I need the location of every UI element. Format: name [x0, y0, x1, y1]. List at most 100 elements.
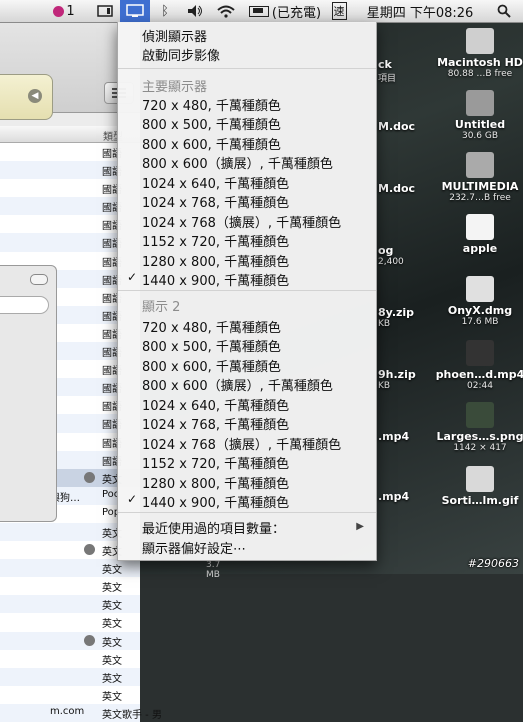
desktop-icon-info: 80.88 …B free: [447, 69, 513, 79]
desktop-icon-partial[interactable]: ck 項目: [378, 58, 396, 84]
menu-item-recent-items[interactable]: 最近使用過的項目數量：: [142, 518, 285, 537]
desktop-icon[interactable]: Larges…s.png 1142 × 417: [434, 402, 523, 453]
menu-item-main-resolution[interactable]: 800 x 600, 千萬種顏色: [142, 134, 281, 153]
screen-icon[interactable]: [94, 0, 116, 22]
desktop-icon-label: Sorti…lm.gif: [441, 494, 519, 507]
desktop-icon-label: og: [378, 244, 394, 257]
spotlight-search-icon[interactable]: [492, 0, 516, 22]
menu-item-display2-resolution[interactable]: 1024 x 640, 千萬種顏色: [142, 395, 289, 414]
menu-item-main-resolution[interactable]: 1152 x 720, 千萬種顏色: [142, 231, 289, 250]
desktop-icon-partial[interactable]: og 2,400: [378, 244, 404, 267]
table-row[interactable]: 英文: [0, 577, 140, 596]
file-icon: [466, 152, 494, 178]
battery-icon: [248, 5, 269, 17]
desktop-icon-info: 2,400: [378, 257, 404, 267]
table-row[interactable]: 英文: [0, 559, 140, 578]
menu-item-main-resolution[interactable]: 720 x 480, 千萬種顏色: [142, 95, 281, 114]
battery-status[interactable]: (已充電): [246, 0, 324, 22]
menu-item-main-resolution[interactable]: 1024 x 640, 千萬種顏色: [142, 173, 289, 192]
menu-item-main-resolution[interactable]: 1280 x 800, 千萬種顏色: [142, 251, 289, 270]
desktop-icon[interactable]: Untitled 30.6 GB: [434, 90, 523, 141]
checkmark-icon: ✓: [127, 270, 138, 285]
notification-badge[interactable]: 1: [50, 0, 78, 22]
desktop-icon[interactable]: apple: [434, 214, 523, 255]
badge-count: 1: [66, 3, 75, 19]
file-icon: [466, 466, 494, 492]
row-kind: 英文: [102, 673, 122, 685]
desktop-icon[interactable]: phoen…d.mp4 02:44: [434, 340, 523, 391]
desktop-icon[interactable]: Sorti…lm.gif: [434, 466, 523, 507]
menu-separator: [118, 290, 376, 291]
menu-item-display2-resolution[interactable]: 1024 x 768, 千萬種顏色: [142, 414, 289, 433]
volume-icon[interactable]: [184, 0, 206, 22]
desktop-icon-partial[interactable]: M.doc: [378, 120, 415, 133]
desktop-icon[interactable]: Macintosh HD 80.88 …B free: [434, 28, 523, 79]
file-icon: [466, 340, 494, 366]
desktop-icon-label: Larges…s.png: [436, 430, 523, 443]
desktop-icon-info: 1142 × 417: [453, 443, 507, 453]
desktop-icon-label: 9h.zip: [378, 368, 416, 381]
desktop-icon[interactable]: OnyX.dmg 17.6 MB: [434, 276, 523, 327]
desktop-icon-label: M.doc: [378, 182, 416, 195]
desktop-icon[interactable]: MULTIMEDIA 232.7…B free: [434, 152, 523, 203]
menubar-clock[interactable]: 星期四 下午08:26: [360, 0, 480, 22]
submenu-arrow-icon: ▶: [356, 521, 364, 532]
menu-item-display2-resolution[interactable]: 800 x 600, 千萬種顏色: [142, 356, 281, 375]
menu-item-mirror-displays[interactable]: 啟動同步影像: [142, 45, 220, 64]
desktop-icon-label: Untitled: [454, 118, 506, 131]
desktop-icon-label: .mp4: [378, 430, 410, 443]
desktop-icon-info: KB: [378, 319, 391, 329]
input-method-icon[interactable]: 速: [330, 0, 348, 22]
table-row[interactable]: 英文: [0, 685, 140, 704]
row-kind: 英文: [102, 637, 122, 649]
go-arrow-icon[interactable]: [84, 634, 95, 646]
table-row[interactable]: 英文: [0, 631, 140, 650]
file-icon: [466, 214, 494, 240]
menu-item-display2-resolution[interactable]: 1024 x 768（擴展）, 千萬種顏色: [142, 434, 341, 453]
menu-item-main-resolution[interactable]: 800 x 600（擴展）, 千萬種顏色: [142, 153, 333, 172]
desktop-icon-label: MULTIMEDIA: [441, 180, 519, 193]
menu-item-main-resolution[interactable]: 1440 x 900, 千萬種顏色: [142, 270, 289, 289]
bottom-size-label: 3.7 MB: [206, 560, 221, 580]
menu-item-display2-resolution[interactable]: 1440 x 900, 千萬種顏色: [142, 492, 289, 511]
desktop-icon-partial[interactable]: 8y.zip KB: [378, 306, 414, 329]
panel-search-field[interactable]: [0, 296, 49, 314]
go-arrow-icon[interactable]: [84, 544, 95, 556]
menu-item-display2-resolution[interactable]: 720 x 480, 千萬種顏色: [142, 317, 281, 336]
bluetooth-icon[interactable]: ᛒ: [156, 0, 174, 22]
table-row[interactable]: 英文: [0, 595, 140, 614]
wifi-icon[interactable]: [214, 0, 238, 22]
table-row[interactable]: 英文: [0, 613, 140, 632]
menu-item-display2-resolution[interactable]: 800 x 600（擴展）, 千萬種顏色: [142, 375, 333, 394]
row-name: m.com: [50, 705, 85, 717]
table-row[interactable]: 英文: [0, 649, 140, 668]
desktop-icon-partial[interactable]: .mp4: [378, 490, 409, 503]
checkmark-icon: ✓: [127, 492, 138, 507]
desktop-icon-label: .mp4: [378, 490, 410, 503]
input-method-label: 速: [331, 2, 347, 20]
menu-item-display2-resolution[interactable]: 1280 x 800, 千萬種顏色: [142, 473, 289, 492]
menu-bar: 1 ᛒ (已充電) 速 星期四 下午08:26: [0, 0, 523, 23]
table-row[interactable]: 英文: [0, 667, 140, 686]
menu-item-detect-displays[interactable]: 偵測顯示器: [142, 26, 207, 45]
menu-separator: [118, 68, 376, 69]
table-row[interactable]: m.com 英文歌手 - 男: [0, 703, 162, 722]
desktop-icon-partial[interactable]: 9h.zip KB: [378, 368, 416, 391]
menu-item-main-resolution[interactable]: 1024 x 768（擴展）, 千萬種顏色: [142, 212, 341, 231]
back-arrow-icon[interactable]: ◀: [28, 89, 42, 103]
file-icon: [466, 90, 494, 116]
row-kind: 英文: [102, 601, 122, 613]
desktop-icon-partial[interactable]: .mp4: [378, 430, 409, 443]
file-icon: [466, 402, 494, 428]
go-arrow-icon[interactable]: [84, 471, 95, 483]
path-bar[interactable]: ◀: [0, 74, 53, 120]
displays-menu-icon[interactable]: [120, 0, 150, 22]
menu-item-main-resolution[interactable]: 1024 x 768, 千萬種顏色: [142, 192, 289, 211]
menu-item-display2-resolution[interactable]: 800 x 500, 千萬種顏色: [142, 336, 281, 355]
menu-item-main-resolution[interactable]: 800 x 500, 千萬種顏色: [142, 114, 281, 133]
menu-item-display-preferences[interactable]: 顯示器偏好設定⋯: [142, 538, 246, 557]
desktop-icon-label: Macintosh HD: [437, 56, 523, 69]
desktop-icon-partial[interactable]: M.doc: [378, 182, 415, 195]
menu-item-display2-resolution[interactable]: 1152 x 720, 千萬種顏色: [142, 453, 289, 472]
toolbar-toggle-button[interactable]: [30, 274, 48, 285]
